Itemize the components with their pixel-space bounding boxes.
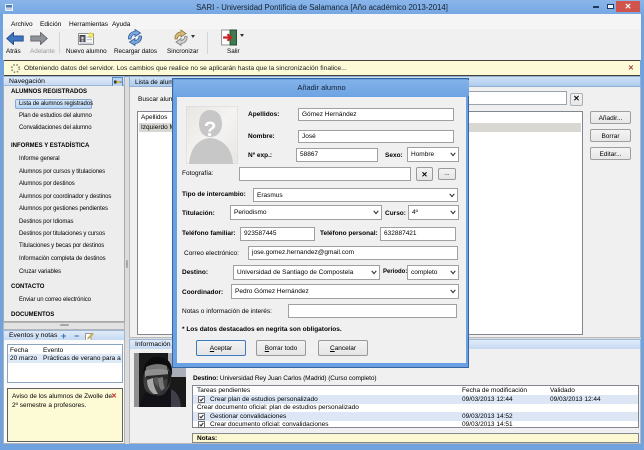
svg-text:?: ? <box>204 118 217 141</box>
